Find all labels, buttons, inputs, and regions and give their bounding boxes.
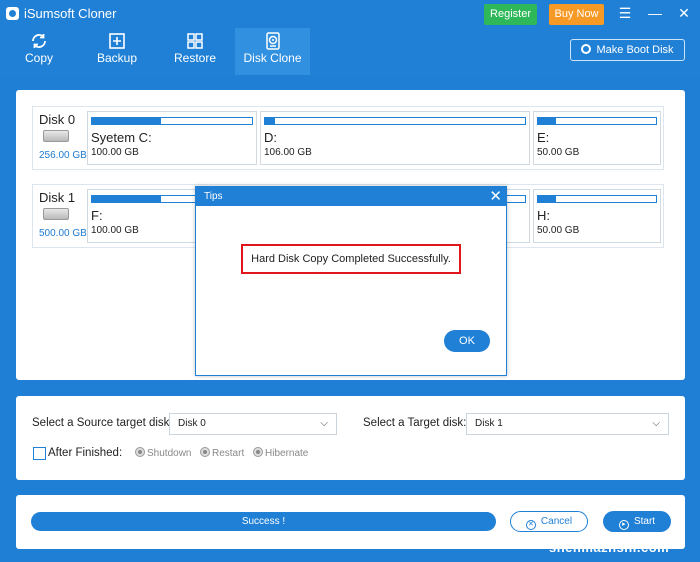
hard-drive-icon (43, 130, 69, 142)
options-panel (16, 396, 685, 480)
tab-backup[interactable]: Backup (86, 28, 148, 75)
partition-size: 50.00 GB (537, 147, 580, 158)
partition-label: D: (264, 130, 277, 145)
source-disk-label: Select a Source target disk: (32, 417, 173, 429)
make-boot-disk-button[interactable]: Make Boot Disk (570, 39, 685, 61)
usage-bar-fill (538, 118, 556, 124)
tab-backup-label: Backup (96, 51, 138, 65)
disk-size: 256.00 GB (39, 150, 87, 161)
buy-now-button[interactable]: Buy Now (549, 4, 604, 25)
partition-c[interactable]: Syetem C: 100.00 GB (87, 111, 257, 165)
radio-icon (253, 447, 263, 457)
source-disk-value: Disk 0 (178, 418, 206, 429)
cancel-button[interactable]: ✕ Cancel (510, 511, 588, 532)
close-icon[interactable]: ✕ (673, 3, 695, 23)
chevron-down-icon: ⌵ (320, 418, 328, 429)
progress-bar: Success ! (31, 512, 496, 531)
after-finished-label: After Finished: (48, 447, 123, 459)
disk-size: 500.00 GB (39, 228, 87, 239)
radio-shutdown[interactable]: Shutdown (135, 447, 191, 459)
partition-label: H: (537, 208, 550, 223)
usage-bar (91, 117, 253, 125)
tips-dialog: Tips ✕ Hard Disk Copy Completed Successf… (195, 186, 507, 376)
chevron-down-icon: ⌵ (652, 418, 660, 429)
make-boot-disk-label: Make Boot Disk (596, 44, 674, 56)
source-disk-select[interactable]: Disk 0 ⌵ (169, 413, 337, 435)
restore-icon (187, 33, 203, 49)
tab-copy[interactable]: Copy (8, 28, 70, 75)
disk-name: Disk 0 (39, 112, 76, 127)
radio-label: Restart (212, 448, 245, 459)
partition-size: 100.00 GB (91, 225, 139, 236)
radio-restart[interactable]: Restart (200, 447, 244, 459)
usage-bar-fill (92, 196, 161, 202)
title-bar: iSumsoft Cloner Register Buy Now ☰ — ✕ (0, 0, 700, 28)
partition-size: 106.00 GB (264, 147, 312, 158)
partition-label: E: (537, 130, 550, 145)
after-finished-checkbox[interactable] (33, 447, 46, 460)
toolbar: Copy Backup Restore Disk Clone Make Boot… (0, 28, 700, 75)
tab-disk-clone[interactable]: Disk Clone (235, 28, 310, 75)
cancel-label: Cancel (540, 516, 573, 527)
disk-info: Disk 1 500.00 GB (33, 185, 87, 247)
disk-info: Disk 0 256.00 GB (33, 107, 87, 169)
partition-h[interactable]: H: 50.00 GB (533, 189, 661, 243)
partition-label: F: (91, 208, 103, 223)
usage-bar (537, 117, 657, 125)
usage-bar-fill (92, 118, 161, 124)
radio-hibernate[interactable]: Hibernate (253, 447, 308, 459)
hard-drive-icon (43, 208, 69, 220)
app-title: iSumsoft Cloner (24, 6, 117, 21)
radio-icon (135, 447, 145, 457)
tab-restore[interactable]: Restore (164, 28, 226, 75)
play-icon: ▸ (618, 520, 629, 530)
radio-icon (200, 447, 210, 457)
dialog-close-icon[interactable]: ✕ (489, 187, 502, 206)
partition-d[interactable]: D: 106.00 GB (260, 111, 530, 165)
app-logo-icon (6, 7, 19, 20)
target-disk-label: Select a Target disk: (363, 417, 467, 429)
minimize-icon[interactable]: — (644, 3, 666, 23)
start-label: Start (633, 516, 656, 527)
target-disk-value: Disk 1 (475, 418, 503, 429)
watermark: shenmazhshi.com (549, 540, 670, 555)
partition-size: 100.00 GB (91, 147, 139, 158)
partition-size: 50.00 GB (537, 225, 580, 236)
backup-icon (109, 33, 125, 49)
boot-disk-icon (581, 44, 592, 54)
tab-copy-label: Copy (24, 51, 53, 65)
start-button[interactable]: ▸ Start (603, 511, 671, 532)
usage-bar (537, 195, 657, 203)
partition-e[interactable]: E: 50.00 GB (533, 111, 661, 165)
copy-icon (32, 34, 46, 48)
usage-bar (264, 117, 526, 125)
radio-label: Shutdown (147, 448, 192, 459)
disk-clone-icon (265, 32, 280, 50)
disk-name: Disk 1 (39, 190, 76, 205)
tab-disk-clone-label: Disk Clone (243, 51, 302, 65)
menu-icon[interactable]: ☰ (614, 3, 636, 23)
target-disk-select[interactable]: Disk 1 ⌵ (466, 413, 669, 435)
usage-bar-fill (265, 118, 276, 124)
register-button[interactable]: Register (484, 4, 537, 25)
tab-restore-label: Restore (173, 51, 217, 65)
dialog-title: Tips (196, 187, 506, 206)
disk-row-0[interactable]: Disk 0 256.00 GB Syetem C: 100.00 GB D: … (32, 106, 664, 170)
partition-label: Syetem C: (91, 130, 152, 145)
usage-bar-fill (538, 196, 556, 202)
ok-button[interactable]: OK (444, 330, 490, 352)
cancel-icon: ✕ (525, 520, 536, 530)
radio-label: Hibernate (265, 448, 309, 459)
dialog-message: Hard Disk Copy Completed Successfully. (241, 244, 461, 274)
